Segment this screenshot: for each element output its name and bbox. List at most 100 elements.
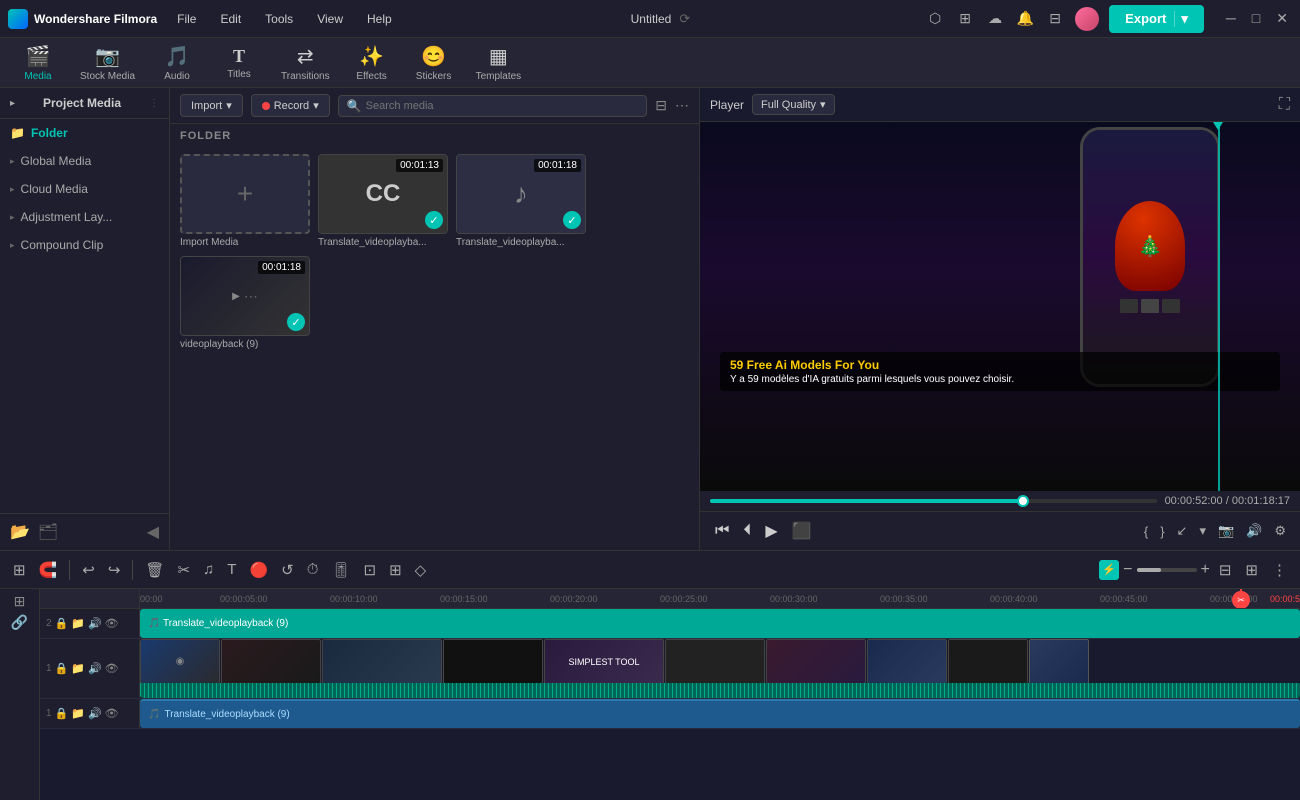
sidebar-item-compound[interactable]: ▸ Compound Clip <box>0 231 169 259</box>
search-input[interactable] <box>366 100 639 112</box>
track-3-folder-icon[interactable]: 📁 <box>71 707 85 720</box>
quality-select[interactable]: Full Quality ▾ <box>752 94 835 115</box>
track-1-folder-icon[interactable]: 📁 <box>71 617 85 630</box>
media-item-import[interactable]: + Import Media <box>180 154 310 248</box>
export-icon[interactable]: ⬡ <box>925 9 945 29</box>
tab-media[interactable]: 🎬 Media <box>8 40 68 86</box>
track-3-eye-icon[interactable]: 👁 <box>105 707 119 720</box>
bottom-clip-icon: 🎵 <box>148 709 160 720</box>
tab-audio[interactable]: 🎵 Audio <box>147 40 207 86</box>
import-thumb[interactable]: + <box>180 154 310 234</box>
more-button[interactable]: ⋮ <box>1267 558 1292 582</box>
sidebar-item-global[interactable]: ▸ Global Media <box>0 147 169 175</box>
sidebar-item-cloud[interactable]: ▸ Cloud Media <box>0 175 169 203</box>
sidebar-toggle-icon[interactable]: ◀ <box>147 522 159 542</box>
insert-button[interactable]: ↙ <box>1173 521 1192 541</box>
rotate-button[interactable]: ↺ <box>276 558 299 582</box>
menu-tools[interactable]: Tools <box>261 8 297 30</box>
crop-button[interactable]: ⊞ <box>384 558 407 582</box>
audio-sep-button[interactable]: ♫ <box>198 558 219 581</box>
settings-button[interactable]: ⚙ <box>1270 521 1290 541</box>
frame-back-button[interactable]: ⏴ <box>738 519 756 543</box>
track-3-lock-icon[interactable]: 🔒 <box>55 707 69 720</box>
media-panel: Import ▾ Record ▾ 🔍 ⊟ ⋯ FOLDER + Impor <box>170 88 700 550</box>
track-2-folder-icon[interactable]: 📁 <box>71 662 85 675</box>
zoom-slider[interactable] <box>1137 568 1197 572</box>
progress-bar[interactable]: 00:00:52:00 / 00:01:18:17 <box>700 491 1300 511</box>
link-icon[interactable]: 🔗 <box>11 614 28 631</box>
zoom-in-button[interactable]: + <box>1201 561 1210 579</box>
new-folder-icon[interactable]: 🗂 <box>38 522 58 542</box>
layout-icon[interactable]: ⊞ <box>955 9 975 29</box>
menu-edit[interactable]: Edit <box>216 8 245 30</box>
tab-stickers[interactable]: 😊 Stickers <box>404 40 464 86</box>
multi-cam-button[interactable]: ⊡ <box>358 558 381 582</box>
color-button[interactable]: 🔴 <box>244 558 273 582</box>
timeline-toolbar: ⊞ 🧲 ↩ ↪ 🗑 ✂ ♫ T 🔴 ↺ ⏱ 🎚 ⊡ ⊞ ◇ ⚡ − + ⊟ <box>0 551 1300 589</box>
timer-button[interactable]: ⏱ <box>302 558 324 581</box>
mark-out-button[interactable]: } <box>1156 522 1168 541</box>
overwrite-button[interactable]: ▾ <box>1195 521 1210 541</box>
snapshot-button[interactable]: 📷 <box>1214 521 1238 541</box>
menu-help[interactable]: Help <box>363 8 396 30</box>
media-item-music[interactable]: ♪ 00:01:18 ✓ Translate_videoplayba... <box>456 154 586 248</box>
more-options-icon[interactable]: ⋯ <box>675 97 689 114</box>
sidebar-item-adjustment[interactable]: ▸ Adjustment Lay... <box>0 203 169 231</box>
audio-button[interactable]: 🔊 <box>1242 521 1266 541</box>
track-2-audio-icon[interactable]: 🔊 <box>88 662 102 675</box>
track-1-eye-icon[interactable]: 👁 <box>105 617 119 630</box>
track-select-button[interactable]: ⊞ <box>8 558 31 582</box>
sidebar-item-folder[interactable]: 📁 Folder <box>0 119 169 147</box>
tab-templates[interactable]: ▦ Templates <box>466 40 532 86</box>
audio-clip-1[interactable]: 🎵 Translate_videoplayback (9) <box>140 609 1300 638</box>
grid-button[interactable]: ⊞ <box>1240 558 1263 582</box>
skip-back-button[interactable]: ⏮ <box>710 519 734 543</box>
maximize-button[interactable]: □ <box>1248 10 1264 27</box>
magnetic-button[interactable]: 🧲 <box>34 558 63 582</box>
bottom-clip[interactable]: 🎵 Translate_videoplayback (9) <box>140 699 1300 728</box>
apps-icon[interactable]: ⊟ <box>1045 9 1065 29</box>
add-folder-icon[interactable]: 📂 <box>10 522 30 542</box>
track-1-lock-icon[interactable]: 🔒 <box>55 617 69 630</box>
track-2-lock-icon[interactable]: 🔒 <box>55 662 69 675</box>
close-button[interactable]: ✕ <box>1272 10 1292 27</box>
menu-view[interactable]: View <box>313 8 347 30</box>
zoom-out-button[interactable]: − <box>1123 561 1132 579</box>
import-button[interactable]: Import ▾ <box>180 94 243 117</box>
audio-ctrl-button[interactable]: 🎚 <box>326 558 355 582</box>
delete-button[interactable]: 🗑 <box>140 558 169 582</box>
cloud-icon[interactable]: ☁ <box>985 9 1005 29</box>
track-2-eye-icon[interactable]: 👁 <box>105 662 119 675</box>
snap-toggle-button[interactable]: ⊟ <box>1214 558 1237 582</box>
stop-button[interactable]: ⬛ <box>787 518 817 544</box>
tab-effects[interactable]: ✨ Effects <box>342 40 402 86</box>
menu-file[interactable]: File <box>173 8 200 30</box>
snap-button[interactable]: ⚡ <box>1099 560 1119 580</box>
media-item-video[interactable]: ▶ ⋯ 00:01:18 ✓ videoplayback (9) <box>180 256 310 350</box>
sync-icon: ⟳ <box>679 11 690 27</box>
mark-in-button[interactable]: { <box>1140 522 1152 541</box>
track-3-audio-icon[interactable]: 🔊 <box>88 707 102 720</box>
sidebar-collapse-icon[interactable]: ▸ <box>10 98 15 109</box>
bell-icon[interactable]: 🔔 <box>1015 9 1035 29</box>
progress-track[interactable] <box>710 499 1157 503</box>
fullscreen-icon[interactable]: ⛶ <box>1279 96 1290 114</box>
avatar[interactable] <box>1075 7 1099 31</box>
minimize-button[interactable]: ─ <box>1222 10 1240 27</box>
text-button[interactable]: T <box>222 558 241 581</box>
redo-button[interactable]: ↪ <box>103 558 126 582</box>
add-track-icon[interactable]: ⊞ <box>14 593 26 610</box>
undo-button[interactable]: ↩ <box>77 558 100 582</box>
media-item-cc[interactable]: CC 00:01:13 ✓ Translate_videoplayba... <box>318 154 448 248</box>
tab-titles[interactable]: T Titles <box>209 42 269 84</box>
tab-stock-media[interactable]: 📷 Stock Media <box>70 40 145 86</box>
cut-button[interactable]: ✂ <box>172 558 195 582</box>
play-button[interactable]: ▶ <box>760 518 782 544</box>
filter-icon[interactable]: ⊟ <box>655 97 667 114</box>
keyframe-button[interactable]: ◇ <box>410 558 432 582</box>
record-button[interactable]: Record ▾ <box>251 94 330 117</box>
track-1-audio-icon[interactable]: 🔊 <box>88 617 102 630</box>
tab-transitions[interactable]: ⇄ Transitions <box>271 40 340 86</box>
export-button[interactable]: Export ▾ <box>1109 5 1204 33</box>
overlay-banner: 59 Free Ai Models For You Y a 59 modèles… <box>720 352 1280 391</box>
